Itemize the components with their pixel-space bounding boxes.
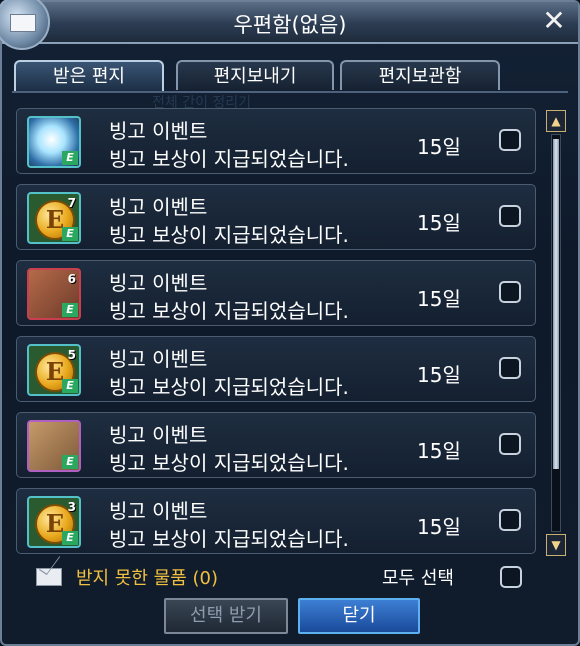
mail-body: 빙고 보상이 지급되었습니다.: [109, 527, 349, 551]
mail-days-left: 15일: [417, 515, 461, 539]
mail-checkbox[interactable]: [499, 357, 521, 379]
window-title: 우편함(없음): [233, 13, 347, 37]
event-badge-icon: E: [62, 379, 78, 393]
mail-title: 빙고 이벤트: [109, 423, 208, 447]
title-bar[interactable]: 우편함(없음) ✕: [2, 2, 578, 44]
event-badge-icon: E: [62, 531, 78, 545]
mail-row[interactable]: E 빙고 이벤트 빙고 보상이 지급되었습니다. 15일: [16, 108, 536, 174]
mail-row[interactable]: E 5 E 빙고 이벤트 빙고 보상이 지급되었습니다. 15일: [16, 336, 536, 402]
mail-row[interactable]: E 3 E 빙고 이벤트 빙고 보상이 지급되었습니다. 15일: [16, 488, 536, 554]
gold-coin-icon: E 7 E: [27, 192, 81, 244]
mail-checkbox[interactable]: [499, 509, 521, 531]
event-badge-icon: E: [62, 151, 78, 165]
gold-coin-icon: E 5 E: [27, 344, 81, 396]
mail-checkbox[interactable]: [499, 129, 521, 151]
ticket-bag-icon: 6 E: [27, 268, 81, 320]
mail-row[interactable]: 6 E 빙고 이벤트 빙고 보상이 지급되었습니다. 15일: [16, 260, 536, 326]
item-count: 7: [67, 196, 76, 210]
mail-days-left: 15일: [417, 363, 461, 387]
mail-body: 빙고 보상이 지급되었습니다.: [109, 451, 349, 475]
mail-title: 빙고 이벤트: [109, 195, 208, 219]
gift-box-icon: E: [27, 420, 81, 472]
event-badge-icon: E: [62, 455, 78, 469]
mail-list: E 빙고 이벤트 빙고 보상이 지급되었습니다. 15일 E 7 E 빙고 이벤…: [16, 108, 538, 556]
tab-send-mail[interactable]: 편지보내기: [176, 60, 334, 90]
mailbox-window: 우편함(없음) ✕ 받은 편지 편지보내기 편지보관함 전체 간이 정리기 E …: [0, 0, 580, 646]
mail-body: 빙고 보상이 지급되었습니다.: [109, 299, 349, 323]
mail-days-left: 15일: [417, 135, 461, 159]
mail-body: 빙고 보상이 지급되었습니다.: [109, 223, 349, 247]
mail-title: 빙고 이벤트: [109, 271, 208, 295]
select-all-label: 모두 선택: [382, 568, 454, 589]
mail-checkbox[interactable]: [499, 433, 521, 455]
mail-list-scrollbar[interactable]: ▲ ▼: [546, 110, 566, 556]
undelivered-items-label: 받지 못한 물품 (0): [76, 568, 219, 589]
scroll-track[interactable]: [551, 134, 561, 532]
mail-title: 빙고 이벤트: [109, 499, 208, 523]
item-count: 6: [67, 272, 76, 286]
gold-coin-icon: E 3 E: [27, 496, 81, 548]
scroll-up-icon[interactable]: ▲: [546, 110, 566, 132]
item-count: 3: [67, 500, 76, 514]
mail-body: 빙고 보상이 지급되었습니다.: [109, 147, 349, 171]
tab-received-mail[interactable]: 받은 편지: [14, 60, 164, 92]
mail-checkbox[interactable]: [499, 205, 521, 227]
event-badge-icon: E: [62, 303, 78, 317]
receive-selected-button[interactable]: 선택 받기: [164, 598, 288, 634]
close-icon[interactable]: ✕: [540, 7, 568, 35]
mail-title: 빙고 이벤트: [109, 119, 208, 143]
item-count: 5: [67, 348, 76, 362]
mail-days-left: 15일: [417, 211, 461, 235]
mail-days-left: 15일: [417, 287, 461, 311]
mail-days-left: 15일: [417, 439, 461, 463]
mail-row[interactable]: E 7 E 빙고 이벤트 빙고 보상이 지급되었습니다. 15일: [16, 184, 536, 250]
tab-divider: [12, 91, 568, 93]
close-button[interactable]: 닫기: [298, 598, 420, 634]
mail-checkbox[interactable]: [499, 281, 521, 303]
burst-icon: E: [27, 116, 81, 168]
mail-row[interactable]: E 빙고 이벤트 빙고 보상이 지급되었습니다. 15일: [16, 412, 536, 478]
select-all-checkbox[interactable]: [500, 566, 522, 588]
mail-body: 빙고 보상이 지급되었습니다.: [109, 375, 349, 399]
envelope-icon: [36, 568, 62, 586]
scroll-thumb[interactable]: [553, 139, 559, 469]
scroll-down-icon[interactable]: ▼: [546, 534, 566, 556]
tab-mail-archive[interactable]: 편지보관함: [340, 60, 500, 90]
mail-title: 빙고 이벤트: [109, 347, 208, 371]
event-badge-icon: E: [62, 227, 78, 241]
